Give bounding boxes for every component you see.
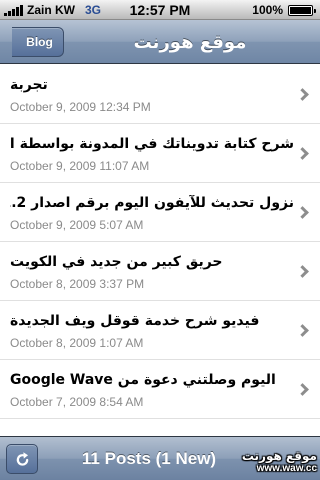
post-date: October 7, 2009 8:54 AM — [10, 395, 144, 409]
watermark-url: www.waw.cc — [256, 463, 317, 474]
chevron-right-icon — [296, 88, 309, 101]
post-row[interactable]: فيديو شرح خدمة قوقل ويف الجديدة October 8… — [0, 301, 320, 360]
battery-percent: 100% — [252, 3, 283, 17]
chevron-right-icon — [296, 324, 309, 337]
navigation-bar: Blog موقع هورنت — [0, 20, 320, 64]
chevron-right-icon — [296, 147, 309, 160]
post-title: شرح كتابة تدويناتك في المدونة بواسطة الآ… — [10, 136, 294, 152]
post-title: اليوم وصلتني دعوة من Google Wave — [10, 372, 276, 388]
post-date: October 9, 2009 11:07 AM — [10, 159, 150, 173]
post-row[interactable]: تجربة October 9, 2009 12:34 PM — [0, 65, 320, 124]
back-button[interactable]: Blog — [12, 27, 64, 57]
chevron-right-icon — [296, 265, 309, 278]
chevron-right-icon — [296, 383, 309, 396]
post-date: October 8, 2009 3:37 PM — [10, 277, 145, 291]
post-date: October 8, 2009 1:07 AM — [10, 336, 144, 350]
battery-fill — [290, 7, 311, 14]
post-row[interactable]: اليوم وصلتني دعوة من Google Wave October … — [0, 360, 320, 419]
watermark-name: موقع هورنت — [241, 449, 317, 463]
post-count: 11 Posts (1 New) — [81, 449, 217, 468]
post-row[interactable]: شرح كتابة تدويناتك في المدونة بواسطة الآ… — [0, 124, 320, 183]
post-title: حريق كبير من جديد في الكويت — [10, 254, 223, 270]
post-title: تجربة — [10, 77, 48, 93]
back-button-label: Blog — [26, 35, 53, 49]
watermark: موقع هورنت www.waw.cc — [231, 449, 317, 475]
status-bar: Zain KW 3G 12:57 PM 100% — [0, 0, 320, 20]
page-title: موقع هورنت — [133, 31, 247, 53]
chevron-right-icon — [296, 206, 309, 219]
refresh-icon — [16, 452, 29, 466]
post-date: October 9, 2009 12:34 PM — [10, 100, 151, 114]
post-title: فيديو شرح خدمة قوقل ويف الجديدة — [10, 313, 260, 329]
post-list: تجربة October 9, 2009 12:34 PM شرح كتابة ت… — [0, 65, 320, 435]
post-date: October 9, 2009 5:07 AM — [10, 218, 144, 232]
post-row[interactable]: حريق كبير من جديد في الكويت October 8, 20… — [0, 242, 320, 301]
refresh-button[interactable] — [6, 444, 38, 474]
battery-icon — [288, 5, 316, 16]
post-title: نزول تحديث للآيفون اليوم برقم اصدار 3.1.… — [10, 195, 294, 211]
post-row[interactable]: نزول تحديث للآيفون اليوم برقم اصدار 3.1.… — [0, 183, 320, 242]
